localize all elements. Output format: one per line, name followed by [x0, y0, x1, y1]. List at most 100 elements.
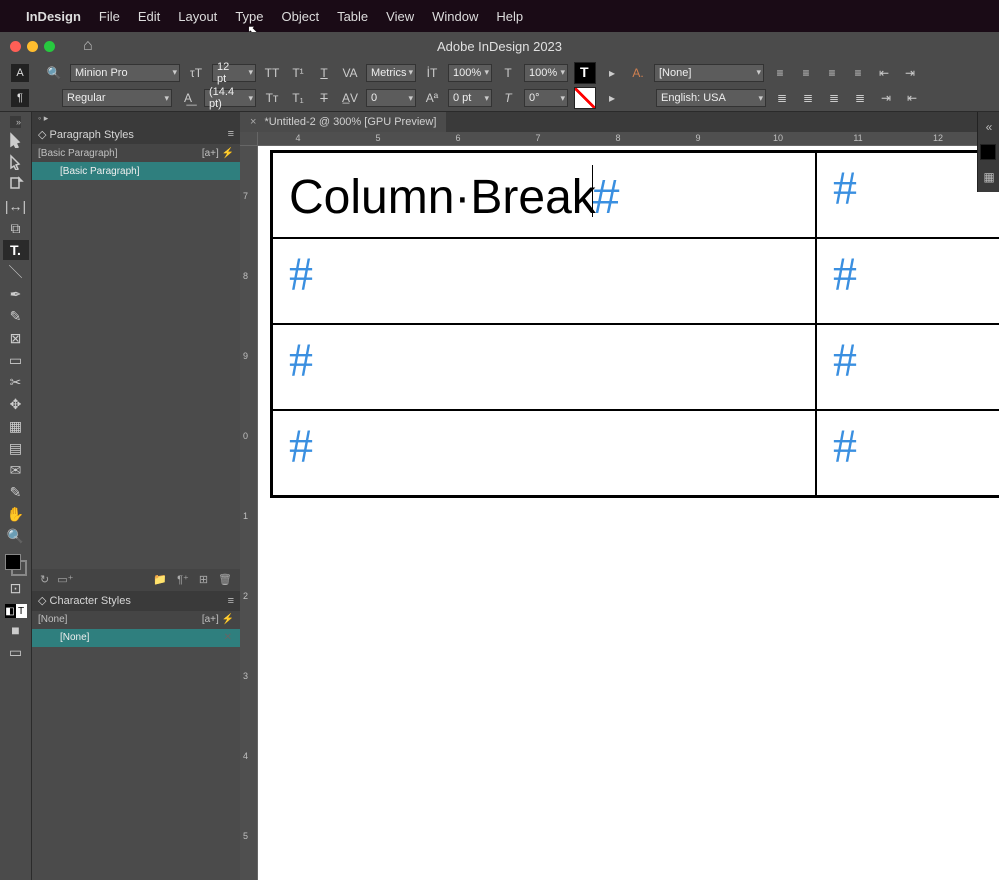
strikethrough-button[interactable]: T	[314, 89, 334, 107]
font-style-select[interactable]: Regular	[62, 89, 172, 107]
page[interactable]: Column·Break# # # # # # # #	[270, 150, 999, 880]
close-window-button[interactable]	[10, 41, 21, 52]
align-left-button[interactable]: ≡	[770, 64, 790, 82]
menu-edit[interactable]: Edit	[138, 9, 160, 24]
pencil-tool[interactable]: ✎	[3, 306, 29, 326]
page-tool[interactable]	[3, 174, 29, 194]
search-icon[interactable]: 🔍	[44, 64, 64, 82]
allcaps-button[interactable]: TT	[262, 64, 282, 82]
free-transform-tool[interactable]: ✥	[3, 394, 29, 414]
leading-select[interactable]: (14.4 pt)	[204, 89, 256, 107]
rectangle-frame-tool[interactable]: ⊠	[3, 328, 29, 348]
font-family-select[interactable]: Minion Pro	[70, 64, 180, 82]
gap-tool[interactable]: |↔|	[3, 196, 29, 216]
app-name[interactable]: InDesign	[26, 9, 81, 24]
table-cell[interactable]: #	[816, 238, 999, 324]
hand-tool[interactable]: ✋	[3, 504, 29, 524]
subscript-button[interactable]: T₁	[288, 89, 308, 107]
minimize-window-button[interactable]	[27, 41, 38, 52]
menu-window[interactable]: Window	[432, 9, 478, 24]
char-style-select[interactable]: [None]	[654, 64, 764, 82]
clear-override-icon[interactable]: [a+] ⚡	[202, 614, 234, 625]
menu-layout[interactable]: Layout	[178, 9, 217, 24]
panel-menu-icon[interactable]: ≡	[228, 128, 234, 140]
menu-type[interactable]: Type	[235, 9, 263, 24]
font-size-select[interactable]: 12 pt	[212, 64, 256, 82]
panel-grip[interactable]: ◦ ▸	[32, 112, 240, 124]
home-icon[interactable]: ⌂	[83, 37, 93, 55]
table-cell[interactable]: #	[272, 410, 816, 496]
stroke-swatch[interactable]	[574, 87, 596, 109]
apply-color-button[interactable]: ■	[3, 620, 29, 640]
vertical-ruler[interactable]: 7 8 9 0 1 2 3 4 5	[240, 146, 258, 880]
table-cell[interactable]: #	[272, 324, 816, 410]
view-mode-button[interactable]: ▭	[3, 642, 29, 662]
fill-stroke-swap[interactable]	[5, 554, 27, 576]
indent-right-button[interactable]: ⇥	[900, 64, 920, 82]
ruler-origin[interactable]	[240, 132, 258, 146]
format-affects-buttons[interactable]: ◧T	[5, 604, 27, 618]
table-cell[interactable]: #	[816, 152, 999, 238]
table-cell[interactable]: #	[272, 238, 816, 324]
gradient-swatch-tool[interactable]: ▦	[3, 416, 29, 436]
direct-selection-tool[interactable]	[3, 152, 29, 172]
menu-help[interactable]: Help	[496, 9, 523, 24]
menu-view[interactable]: View	[386, 9, 414, 24]
eyedropper-tool[interactable]: ✎	[3, 482, 29, 502]
gradient-feather-tool[interactable]: ▤	[3, 438, 29, 458]
align-center-button[interactable]: ≡	[796, 64, 816, 82]
justify-all-button[interactable]: ≣	[850, 89, 870, 107]
clear-override-icon[interactable]: [a+] ⚡	[202, 148, 234, 159]
kerning-select[interactable]: Metrics	[366, 64, 416, 82]
justify-all-right-button[interactable]: ≣	[824, 89, 844, 107]
tracking-select[interactable]: 0	[366, 89, 416, 107]
swatch-arrow-icon[interactable]: ▸	[602, 64, 622, 82]
table-cell[interactable]: Column·Break#	[272, 152, 816, 238]
baseline-shift-select[interactable]: 0 pt	[448, 89, 492, 107]
menu-file[interactable]: File	[99, 9, 120, 24]
justify-all-center-button[interactable]: ≣	[798, 89, 818, 107]
superscript-button[interactable]: T¹	[288, 64, 308, 82]
character-style-item[interactable]: [None]	[32, 629, 240, 647]
align-right-button[interactable]: ≡	[822, 64, 842, 82]
vscale-select[interactable]: 100%	[448, 64, 492, 82]
fill-swatch[interactable]: T	[574, 62, 596, 84]
char-format-mode-button[interactable]: A	[11, 64, 29, 82]
rectangle-tool[interactable]: ▭	[3, 350, 29, 370]
smallcaps-button[interactable]: Tᴛ	[262, 89, 282, 107]
character-styles-panel-header[interactable]: ◇ Character Styles ≡	[32, 591, 240, 611]
justify-all-left-button[interactable]: ≣	[772, 89, 792, 107]
text-frame-table[interactable]: Column·Break# # # # # # # #	[270, 150, 999, 498]
toolbox-grip[interactable]: »	[10, 116, 21, 128]
canvas[interactable]: 4 5 6 7 8 9 10 11 12 7 8 9 0 1 2 3 4 5	[240, 132, 999, 880]
paragraph-styles-panel-header[interactable]: ◇ Paragraph Styles ≡	[32, 124, 240, 144]
panel-menu-icon[interactable]: ≡	[228, 595, 234, 607]
align-justify-button[interactable]: ≡	[848, 64, 868, 82]
delete-style-button[interactable]: 🗑	[218, 573, 232, 586]
last-indent-button[interactable]: ⇤	[902, 89, 922, 107]
para-format-mode-button[interactable]: ¶	[11, 89, 29, 107]
clear-overrides-button[interactable]: ¶⁺	[177, 573, 189, 586]
first-indent-button[interactable]: ⇥	[876, 89, 896, 107]
selection-tool[interactable]	[3, 130, 29, 150]
scissors-tool[interactable]: ✂	[3, 372, 29, 392]
cc-library-icon[interactable]: ↻	[40, 573, 49, 586]
content-collector-tool[interactable]: ⧉	[3, 218, 29, 238]
new-style-button[interactable]: ⊞	[199, 573, 208, 586]
document-tab[interactable]: × *Untitled-2 @ 300% [GPU Preview]	[240, 112, 446, 132]
table-cell[interactable]: #	[816, 324, 999, 410]
zoom-window-button[interactable]	[44, 41, 55, 52]
hscale-select[interactable]: 100%	[524, 64, 568, 82]
menu-object[interactable]: Object	[282, 9, 320, 24]
menu-table[interactable]: Table	[337, 9, 368, 24]
table-cell[interactable]: #	[816, 410, 999, 496]
zoom-tool[interactable]: 🔍	[3, 526, 29, 546]
line-tool[interactable]: ＼	[3, 262, 29, 282]
underline-button[interactable]: T	[314, 64, 334, 82]
horizontal-ruler[interactable]: 4 5 6 7 8 9 10 11 12	[258, 132, 999, 146]
close-tab-icon[interactable]: ×	[250, 116, 256, 128]
indent-left-button[interactable]: ⇤	[874, 64, 894, 82]
swatches-panel-icon[interactable]: ▦	[980, 168, 998, 186]
pen-tool[interactable]: ✒	[3, 284, 29, 304]
folder-icon[interactable]: 📁	[153, 573, 167, 586]
